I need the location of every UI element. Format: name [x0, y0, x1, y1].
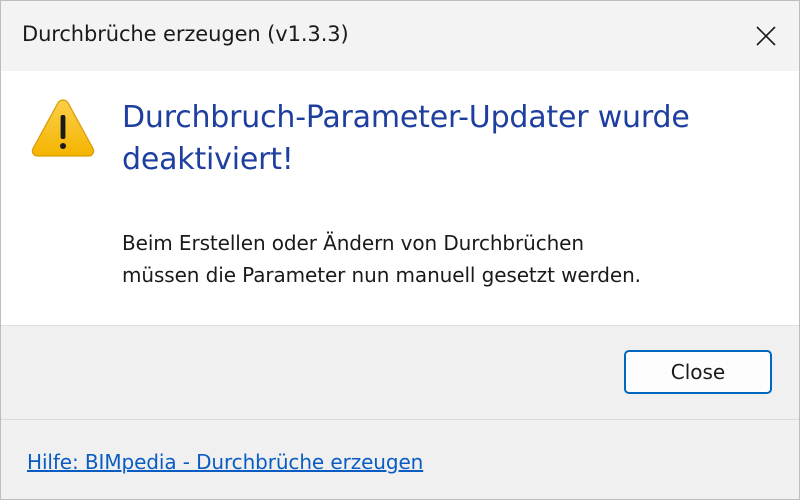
help-link[interactable]: Hilfe: BIMpedia - Durchbrüche erzeugen [27, 450, 423, 474]
content-line-2: müssen die Parameter nun manuell gesetzt… [122, 263, 641, 287]
close-icon [756, 26, 776, 46]
warning-icon [31, 99, 95, 157]
dialog-content: Durchbruch-Parameter-Updater wurde deakt… [1, 71, 799, 325]
content-text: Beim Erstellen oder Ändern von Durchbrüc… [122, 227, 782, 291]
button-bar: Close [1, 326, 799, 419]
close-button[interactable]: Close [624, 350, 772, 394]
content-line-1: Beim Erstellen oder Ändern von Durchbrüc… [122, 231, 584, 255]
main-instruction: Durchbruch-Parameter-Updater wurde deakt… [122, 100, 690, 177]
window-title: Durchbrüche erzeugen (v1.3.3) [22, 22, 349, 46]
window-close-button[interactable] [733, 1, 799, 71]
title-bar: Durchbrüche erzeugen (v1.3.3) [1, 1, 799, 71]
dialog-window: Durchbrüche erzeugen (v1.3.3) Durchbruch… [0, 0, 800, 500]
dialog-footer: Hilfe: BIMpedia - Durchbrüche erzeugen [1, 420, 799, 499]
